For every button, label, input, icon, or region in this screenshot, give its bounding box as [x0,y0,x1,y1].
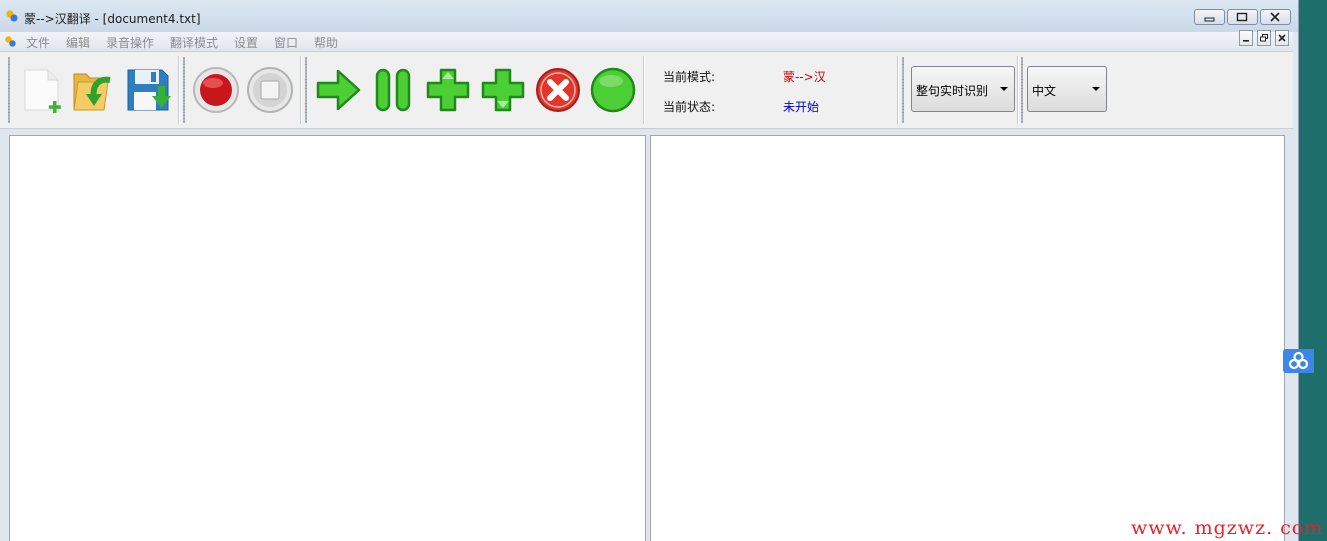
mdi-restore-button[interactable] [1257,30,1271,46]
menu-help[interactable]: 帮助 [314,34,338,51]
language-select[interactable]: 中文 [1027,66,1107,112]
current-state-value: 未开始 [783,100,820,114]
toolbar-grip[interactable] [1021,57,1023,123]
toolbar: 当前模式: 蒙-->汉 当前状态: 未开始 整句实时识别 中文 [0,52,1293,129]
cancel-button[interactable] [534,66,582,114]
cloud-widget-button[interactable] [1283,349,1314,373]
toolbar-grip[interactable] [305,57,307,123]
document-app-icon [5,36,16,47]
source-text-pane[interactable] [9,135,646,541]
title-bar: 蒙-->汉翻译 - [document4.txt] [0,0,1298,32]
stop-button[interactable] [246,66,294,114]
toolbar-grip[interactable] [902,57,904,123]
chevron-down-icon [1000,87,1008,91]
app-icon [6,10,18,22]
start-translation-button[interactable] [314,66,362,114]
confirm-button[interactable] [589,66,637,114]
target-text-pane[interactable] [650,135,1285,541]
save-file-button[interactable] [124,66,172,114]
minimize-button[interactable] [1194,9,1225,25]
record-icon [193,67,239,113]
pause-translation-button[interactable] [369,66,417,114]
cloud-sync-icon [1288,351,1309,370]
language-value: 中文 [1032,84,1057,98]
menu-window[interactable]: 窗口 [274,34,298,51]
new-document-icon [24,69,61,113]
add-up-button[interactable] [424,66,472,114]
menu-translation-mode[interactable]: 翻译模式 [170,34,218,51]
mdi-minimize-button[interactable] [1239,30,1253,46]
menu-settings[interactable]: 设置 [234,34,258,51]
restore-button[interactable] [1227,9,1258,25]
toolbar-grip[interactable] [183,57,185,123]
open-file-button[interactable] [70,66,118,114]
current-mode-value: 蒙-->汉 [783,70,826,84]
plus-up-icon [426,68,470,112]
watermark-text: www. mgzwz. com [1131,517,1324,539]
mdi-close-button[interactable] [1275,30,1289,46]
close-button[interactable] [1260,9,1291,25]
add-down-button[interactable] [479,66,527,114]
green-circle-icon [590,67,636,113]
toolbar-separator [1017,56,1018,124]
toolbar-separator [897,56,898,124]
current-mode-label: 当前模式: [663,70,716,84]
close-icon [1278,34,1286,42]
stop-icon [247,67,293,113]
app-window: 蒙-->汉翻译 - [document4.txt] 文件 编辑 录音操作 翻译模… [0,0,1299,541]
close-icon [1270,12,1280,22]
open-folder-icon [73,73,111,111]
recognition-mode-value: 整句实时识别 [916,84,989,98]
plus-down-icon [481,68,525,112]
pause-icon [375,68,411,112]
restore-icon [1236,12,1248,22]
toolbar-grip[interactable] [8,57,10,123]
menu-edit[interactable]: 编辑 [66,34,90,51]
menu-bar: 文件 编辑 录音操作 翻译模式 设置 窗口 帮助 [0,32,1293,52]
recognition-mode-select[interactable]: 整句实时识别 [911,66,1015,112]
toolbar-separator [300,56,301,124]
menu-file[interactable]: 文件 [26,34,50,51]
record-button[interactable] [192,66,240,114]
cancel-icon [536,68,580,112]
save-floppy-icon [127,69,171,111]
chevron-down-icon [1092,87,1100,91]
menu-recording[interactable]: 录音操作 [106,34,154,51]
window-title: 蒙-->汉翻译 - [document4.txt] [24,12,201,26]
toolbar-separator [643,56,644,124]
desktop-background [1299,0,1327,541]
current-state-label: 当前状态: [663,100,716,114]
new-document-button[interactable] [18,66,66,114]
restore-icon [1260,34,1268,42]
toolbar-separator [178,56,179,124]
minimize-icon [1243,40,1249,42]
play-arrow-icon [316,69,361,111]
minimize-icon [1204,17,1215,22]
